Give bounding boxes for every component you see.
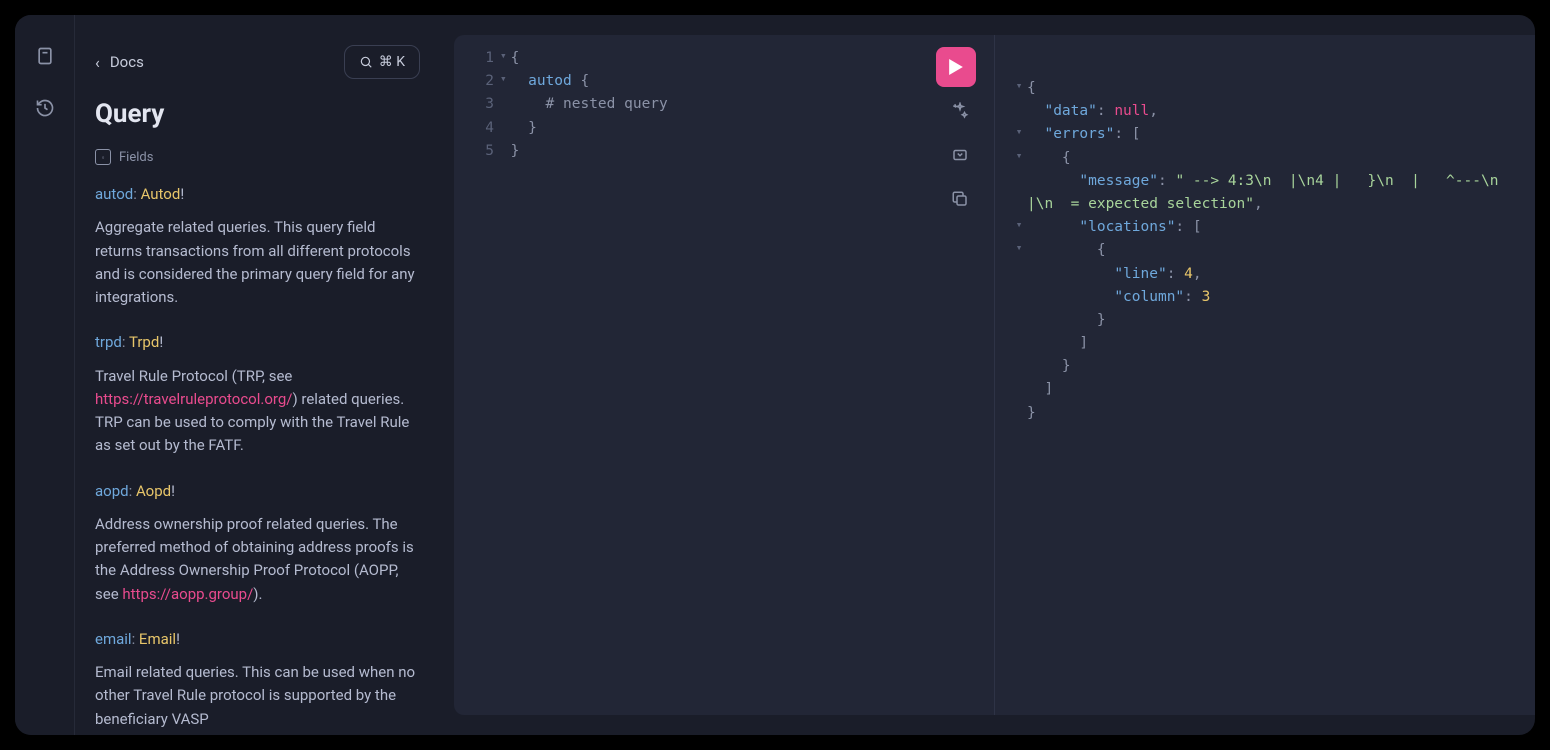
- code-line: 1▾{: [470, 47, 978, 70]
- result-line: ▾ {: [1011, 147, 1519, 170]
- field-signature[interactable]: autod: Autod!: [95, 183, 420, 206]
- execute-button[interactable]: [936, 47, 976, 87]
- result-line: ▾{: [1011, 77, 1519, 100]
- result-viewer: ▾{ "data": null,▾ "errors": [▾ { "messag…: [995, 35, 1535, 715]
- history-icon[interactable]: [34, 97, 56, 119]
- docs-header: ‹ Docs ⌘ K: [95, 45, 420, 79]
- page-title: Query: [95, 99, 420, 129]
- field-description: Email related queries. This can be used …: [95, 661, 420, 731]
- docs-icon[interactable]: [34, 45, 56, 67]
- search-shortcut-label: ⌘ K: [379, 54, 405, 70]
- field-description: Address ownership proof related queries.…: [95, 513, 420, 606]
- field-item: trpd: Trpd! Travel Rule Protocol (TRP, se…: [95, 331, 420, 457]
- code-line: 5 }: [470, 140, 978, 163]
- result-line: }: [1011, 309, 1519, 332]
- editor-panel: 1▾{2▾ autod {3 # nested query4 }5 } ▾{ "…: [454, 35, 1535, 715]
- docs-panel: ‹ Docs ⌘ K Query ◦ Fields autod: Autod! A…: [75, 15, 440, 735]
- fields-icon: ◦: [95, 149, 111, 165]
- field-signature[interactable]: email: Email!: [95, 628, 420, 651]
- fields-section-header: ◦ Fields: [95, 149, 420, 165]
- chevron-left-icon: ‹: [95, 53, 100, 72]
- external-link[interactable]: https://travelruleprotocol.org/: [95, 390, 292, 408]
- breadcrumb-label: Docs: [110, 53, 144, 71]
- field-signature[interactable]: trpd: Trpd!: [95, 331, 420, 354]
- field-signature[interactable]: aopd: Aopd!: [95, 480, 420, 503]
- result-line: ]: [1011, 378, 1519, 401]
- query-editor[interactable]: 1▾{2▾ autod {3 # nested query4 }5 }: [454, 35, 995, 715]
- code-line: 2▾ autod {: [470, 70, 978, 93]
- breadcrumb[interactable]: ‹ Docs: [95, 53, 144, 72]
- panel-gap: [440, 15, 454, 735]
- fields-list: autod: Autod! Aggregate related queries. …: [95, 183, 420, 731]
- external-link[interactable]: https://aopp.group/: [122, 585, 253, 603]
- result-line: ]: [1011, 332, 1519, 355]
- code-line: 3 # nested query: [470, 93, 978, 116]
- field-item: autod: Autod! Aggregate related queries. …: [95, 183, 420, 309]
- field-description: Aggregate related queries. This query fi…: [95, 216, 420, 309]
- app-frame: ‹ Docs ⌘ K Query ◦ Fields autod: Autod! A…: [15, 15, 1535, 735]
- result-line: "line": 4,: [1011, 263, 1519, 286]
- prettify-icon[interactable]: [950, 101, 970, 121]
- copy-icon[interactable]: [950, 189, 970, 209]
- result-line: }: [1011, 402, 1519, 425]
- result-line: ▾ "errors": [: [1011, 123, 1519, 146]
- field-item: aopd: Aopd! Address ownership proof relat…: [95, 480, 420, 606]
- editor-tools: [950, 101, 970, 209]
- search-button[interactable]: ⌘ K: [344, 45, 420, 79]
- field-description: Travel Rule Protocol (TRP, see https://t…: [95, 365, 420, 458]
- merge-icon[interactable]: [950, 145, 970, 165]
- result-line: ▾ {: [1011, 239, 1519, 262]
- fields-label: Fields: [119, 150, 153, 165]
- result-line: }: [1011, 355, 1519, 378]
- code-line: 4 }: [470, 117, 978, 140]
- result-line: "message": " --> 4:3\n |\n4 | }\n | ^---…: [1011, 170, 1519, 216]
- search-icon: [359, 55, 373, 69]
- left-rail: [15, 15, 75, 735]
- result-line: "column": 3: [1011, 286, 1519, 309]
- field-item: email: Email! Email related queries. This…: [95, 628, 420, 731]
- result-line: "data": null,: [1011, 100, 1519, 123]
- result-line: ▾ "locations": [: [1011, 216, 1519, 239]
